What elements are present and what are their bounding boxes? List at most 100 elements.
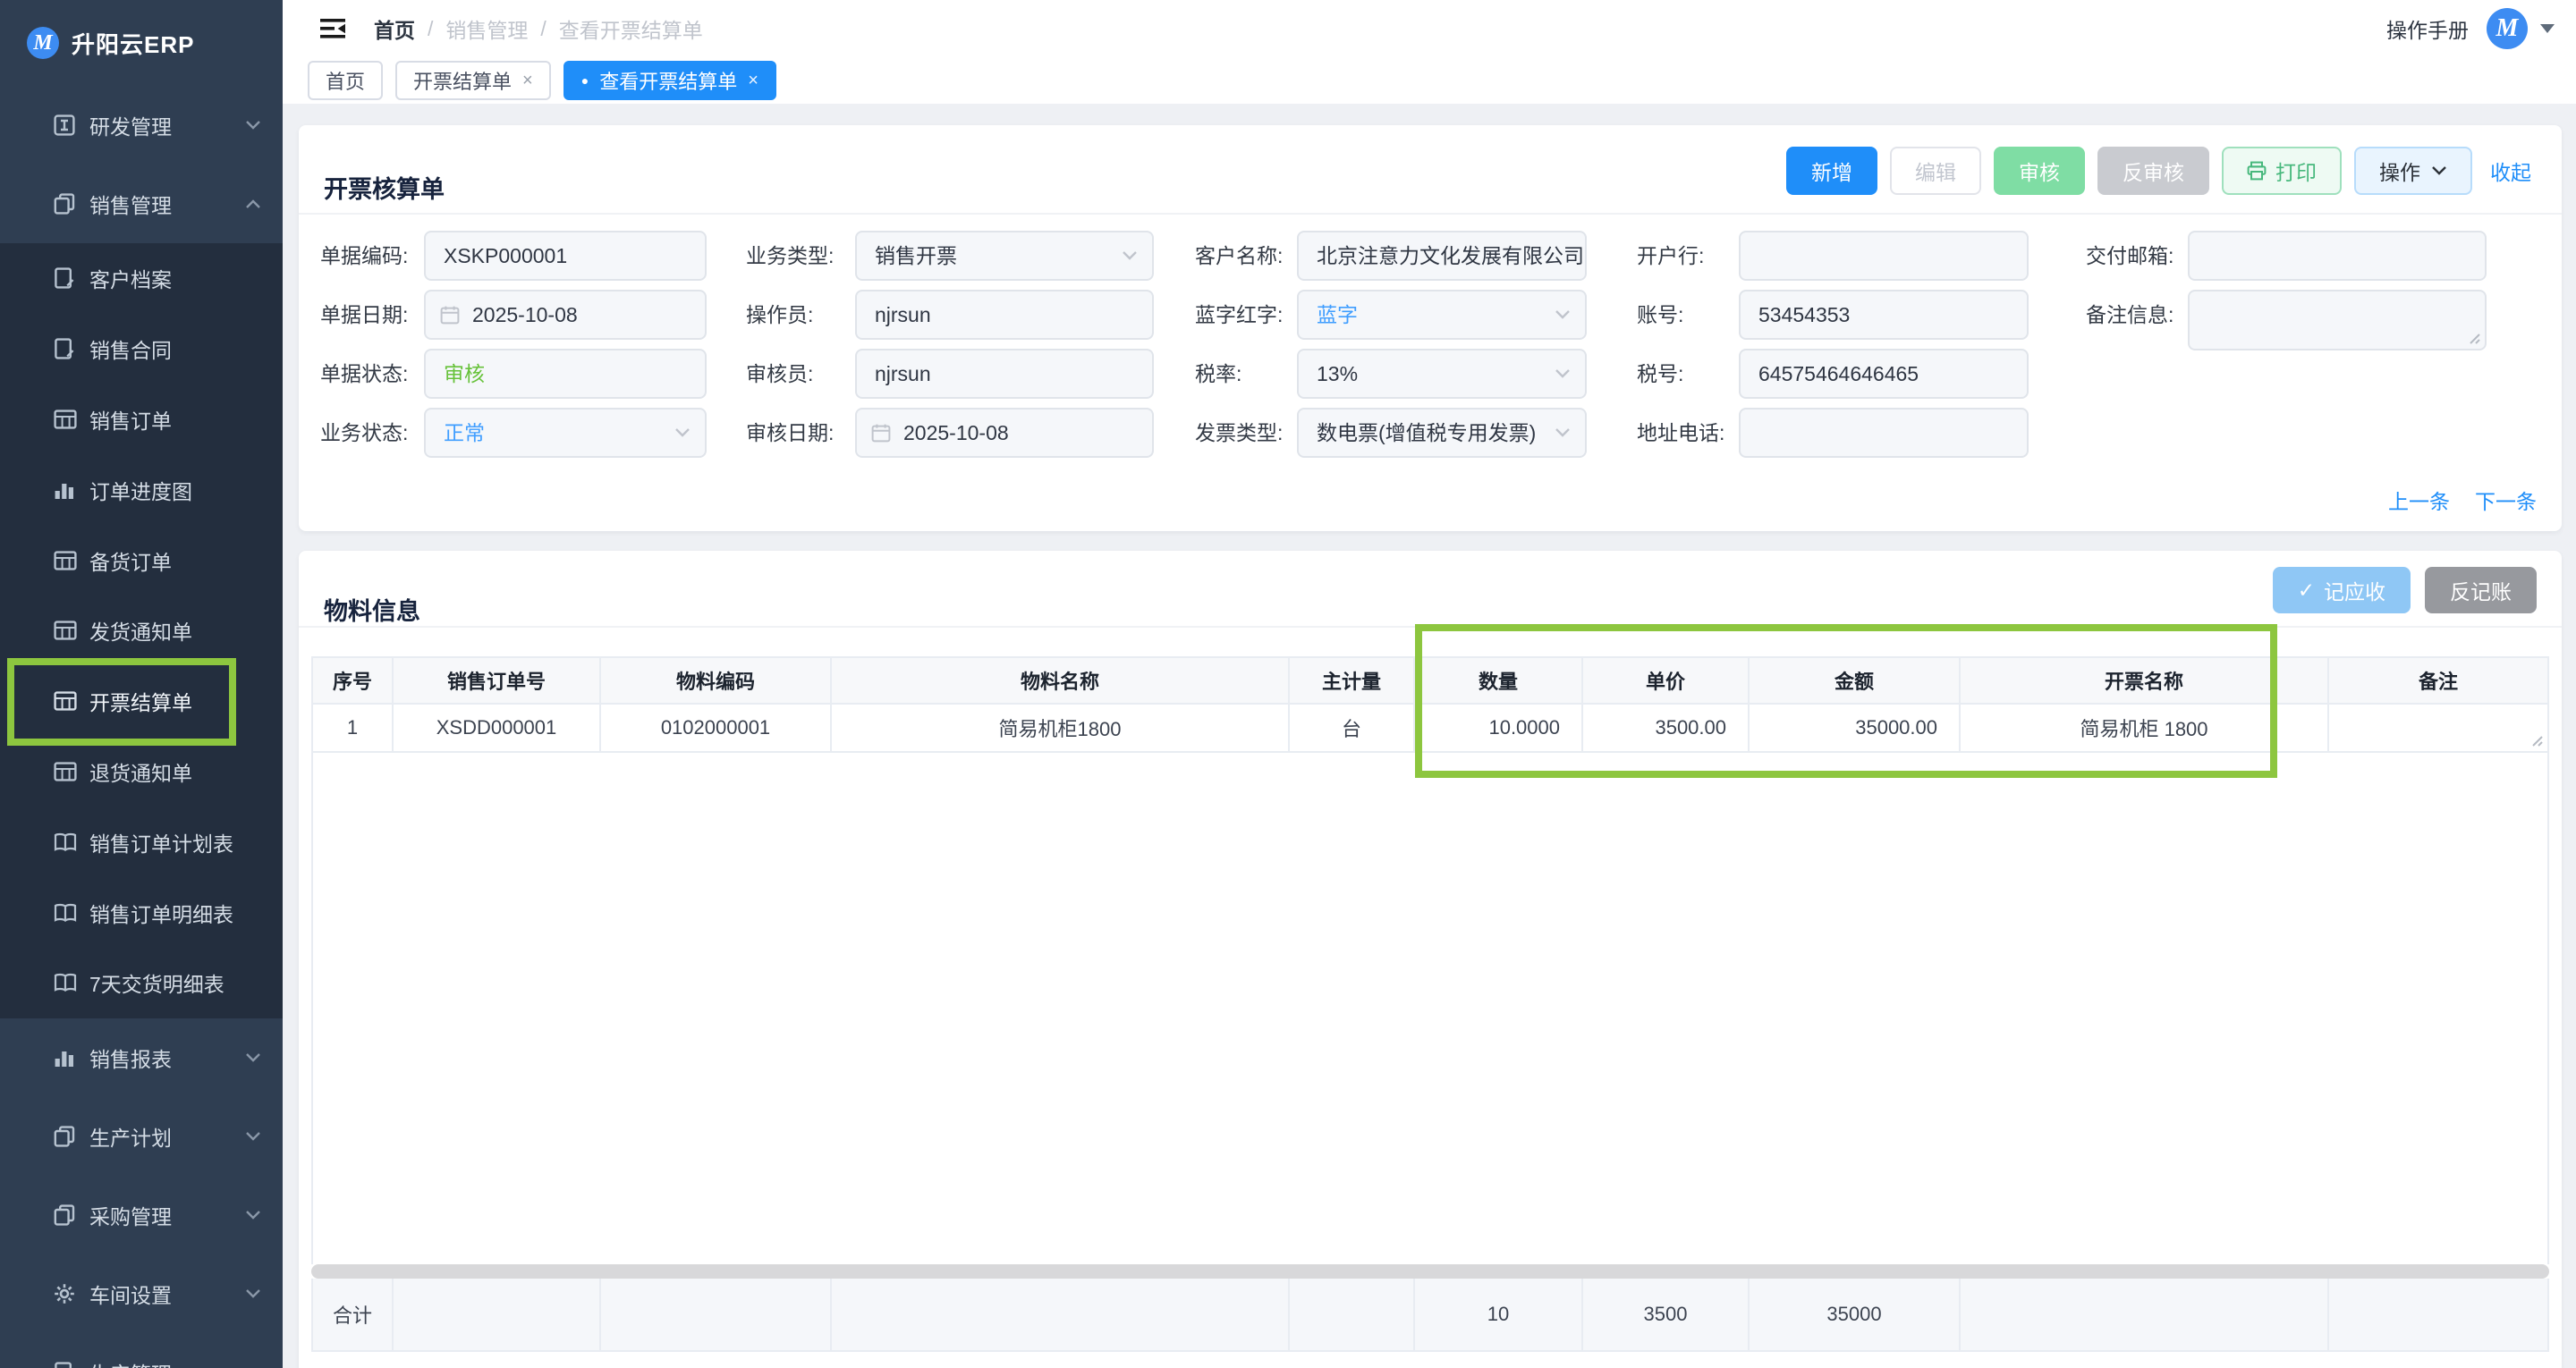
add-button[interactable]: 新增 <box>1786 147 1877 195</box>
horizontal-scrollbar[interactable] <box>311 1264 2549 1279</box>
bank-field[interactable] <box>1739 231 2029 281</box>
sidebar-item-sales-order[interactable]: 销售订单 <box>0 384 283 455</box>
resize-handle-icon[interactable] <box>2531 735 2544 747</box>
customer-field[interactable]: 北京注意力文化发展有限公司 <box>1297 231 1587 281</box>
breadcrumb-sales[interactable]: 销售管理 <box>445 13 528 44</box>
sidebar-item-rd-management[interactable]: 研发管理 <box>0 86 283 165</box>
table-icon <box>54 410 77 429</box>
auditor-field[interactable]: njrsun <box>855 349 1154 399</box>
sidebar-item-production-management[interactable]: 生产管理 <box>0 1333 283 1368</box>
chevron-down-icon <box>245 1131 261 1142</box>
col-header-unit-price[interactable]: 单价 <box>1583 656 1750 705</box>
sidebar-item-purchase-management[interactable]: 采购管理 <box>0 1176 283 1254</box>
invoice-type-select[interactable]: 数电票(增值税专用发票) <box>1297 408 1587 458</box>
collapse-link[interactable]: 收起 <box>2485 147 2537 195</box>
cell-unit: 台 <box>1290 705 1415 753</box>
user-menu-caret-icon[interactable] <box>2540 24 2555 33</box>
tax-rate-select[interactable]: 13% <box>1297 349 1587 399</box>
book-icon <box>54 832 77 852</box>
col-header-unit[interactable]: 主计量 <box>1290 656 1415 705</box>
sidebar-item-return-notice[interactable]: 退货通知单 <box>0 737 283 807</box>
col-header-remark[interactable]: 备注 <box>2329 656 2549 705</box>
sidebar-item-workshop-settings[interactable]: 车间设置 <box>0 1254 283 1333</box>
sidebar-item-invoice-settlement[interactable]: 开票结算单 <box>0 666 283 737</box>
sidebar-item-order-progress[interactable]: 订单进度图 <box>0 454 283 525</box>
close-icon[interactable]: × <box>748 71 758 91</box>
cell-remark <box>2329 705 2549 753</box>
more-actions-button[interactable]: 操作 <box>2354 147 2472 195</box>
sidebar-item-7day-delivery-detail[interactable]: 7天交货明细表 <box>0 948 283 1018</box>
main-content: 开票核算单 新增 编辑 审核 反审核 打印 操作 收 <box>283 104 2576 1368</box>
addr-tel-field[interactable] <box>1739 408 2029 458</box>
table-icon <box>54 762 77 781</box>
tax-rate-label: 税率: <box>1195 349 1241 399</box>
col-header-amount[interactable]: 金额 <box>1750 656 1961 705</box>
sidebar-item-stock-order[interactable]: 备货订单 <box>0 525 283 595</box>
sidebar-item-production-plan[interactable]: 生产计划 <box>0 1097 283 1176</box>
doc-code-label: 单据编码: <box>320 231 408 281</box>
gear-icon <box>54 1283 75 1305</box>
chevron-down-icon <box>1555 309 1571 320</box>
table-row[interactable]: 1 XSDD000001 0102000001 简易机柜1800 台 10.00… <box>311 705 2549 753</box>
page-title: 开票核算单 <box>324 170 445 205</box>
sidebar-fold-icon[interactable] <box>320 18 345 39</box>
biz-type-select[interactable]: 销售开票 <box>855 231 1154 281</box>
chevron-up-icon <box>245 198 261 209</box>
col-header-material-name[interactable]: 物料名称 <box>832 656 1290 705</box>
calendar-icon <box>440 305 460 325</box>
reverse-posting-button[interactable]: 反记账 <box>2425 567 2537 613</box>
sidebar-item-sales-contract[interactable]: 销售合同 <box>0 314 283 384</box>
top-header: 首页 / 销售管理 / 查看开票结算单 操作手册 M <box>283 0 2576 59</box>
col-header-seq[interactable]: 序号 <box>311 656 394 705</box>
biz-status-select[interactable]: 正常 <box>424 408 707 458</box>
tax-no-field[interactable]: 64575464646465 <box>1739 349 2029 399</box>
sales-submenu: 客户档案 销售合同 销售订单 订单进度图 <box>0 243 283 1018</box>
manual-link[interactable]: 操作手册 <box>2386 13 2469 44</box>
user-avatar[interactable]: M <box>2487 8 2528 49</box>
prev-record-link[interactable]: 上一条 <box>2388 485 2450 515</box>
copy-icon <box>54 193 75 215</box>
audit-date-field[interactable]: 2025-10-08 <box>855 408 1154 458</box>
next-record-link[interactable]: 下一条 <box>2475 485 2537 515</box>
auditor-label: 审核员: <box>746 349 813 399</box>
file-edit-icon <box>54 1362 75 1368</box>
sidebar-item-sales-order-plan[interactable]: 销售订单计划表 <box>0 806 283 877</box>
record-receivable-button[interactable]: ✓ 记应收 <box>2273 567 2411 613</box>
account-label: 账号: <box>1637 290 1683 340</box>
app-logo[interactable]: M 升阳云ERP <box>0 0 283 86</box>
logo-m-icon: M <box>27 27 59 59</box>
account-field[interactable]: 53454353 <box>1739 290 2029 340</box>
col-header-sales-order-no[interactable]: 销售订单号 <box>394 656 601 705</box>
chevron-down-icon <box>674 427 691 438</box>
cell-sales-order-no: XSDD000001 <box>394 705 601 753</box>
remark-textarea[interactable] <box>2188 290 2487 350</box>
breadcrumb-home[interactable]: 首页 <box>374 13 415 44</box>
unaudit-button[interactable]: 反审核 <box>2097 147 2209 195</box>
doc-code-field[interactable]: XSKP000001 <box>424 231 707 281</box>
resize-handle-icon[interactable] <box>2469 333 2481 345</box>
sidebar-item-customer-archive[interactable]: 客户档案 <box>0 243 283 314</box>
col-header-invoice-name[interactable]: 开票名称 <box>1961 656 2329 705</box>
doc-status-field: 审核 <box>424 349 707 399</box>
cell-quantity: 10.0000 <box>1415 705 1583 753</box>
sidebar-item-sales-order-detail[interactable]: 销售订单明细表 <box>0 877 283 948</box>
operator-field[interactable]: njrsun <box>855 290 1154 340</box>
audit-button[interactable]: 审核 <box>1994 147 2085 195</box>
edit-button[interactable]: 编辑 <box>1890 147 1981 195</box>
tab-home[interactable]: 首页 <box>308 61 383 100</box>
close-icon[interactable]: × <box>522 71 533 91</box>
sidebar-item-delivery-notice[interactable]: 发货通知单 <box>0 595 283 666</box>
print-button[interactable]: 打印 <box>2222 147 2342 195</box>
doc-date-field[interactable]: 2025-10-08 <box>424 290 707 340</box>
customer-label: 客户名称: <box>1195 231 1283 281</box>
tab-view-invoice-settlement[interactable]: ● 查看开票结算单 × <box>564 61 776 100</box>
email-field[interactable] <box>2188 231 2487 281</box>
sidebar-item-sales-report[interactable]: 销售报表 <box>0 1018 283 1097</box>
audit-date-label: 审核日期: <box>746 408 834 458</box>
bar-chart-icon <box>54 1048 75 1068</box>
blue-red-select[interactable]: 蓝字 <box>1297 290 1587 340</box>
sidebar-item-sales-management[interactable]: 销售管理 <box>0 165 283 243</box>
col-header-material-code[interactable]: 物料编码 <box>601 656 832 705</box>
col-header-quantity[interactable]: 数量 <box>1415 656 1583 705</box>
tab-invoice-settlement-list[interactable]: 开票结算单 × <box>395 61 551 100</box>
